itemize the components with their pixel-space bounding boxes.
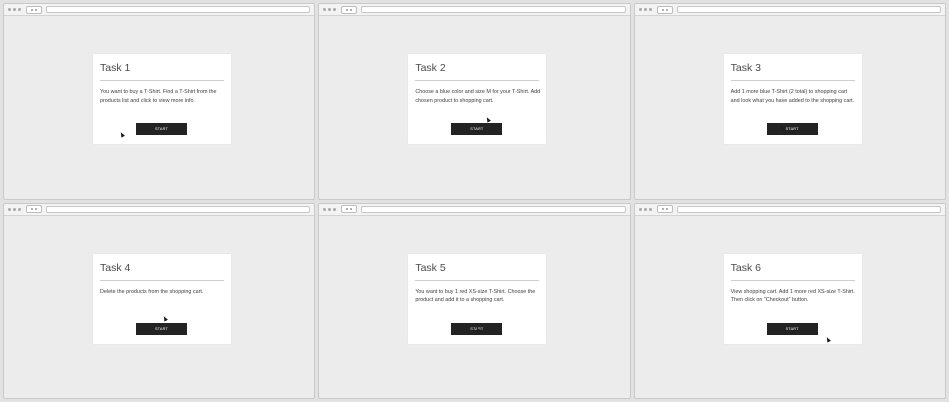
start-button[interactable]: START [136, 123, 187, 135]
title-divider [415, 80, 540, 81]
browser-toolbar [319, 203, 630, 216]
task-card: Task 4 Delete the products from the shop… [93, 253, 231, 344]
window-controls-icon[interactable] [323, 207, 337, 211]
task-title: Task 1 [100, 62, 131, 74]
window-controls-icon[interactable] [638, 207, 652, 211]
start-button[interactable]: START [766, 322, 818, 335]
browser-window: Task 3 Add 1 more blue T-Shirt (2 total)… [633, 3, 946, 200]
nav-buttons-icon[interactable] [26, 205, 42, 213]
nav-buttons-icon[interactable] [26, 5, 42, 14]
window-controls-icon[interactable] [8, 8, 21, 11]
title-divider [100, 80, 224, 81]
browser-window: Task 6 View shopping cart. Add 1 more re… [633, 202, 946, 399]
address-bar[interactable] [361, 205, 626, 213]
browser-toolbar [4, 203, 315, 216]
task-description: You want to buy a T-Shirt. Find a T-Shir… [100, 89, 217, 104]
browser-window: Task 1 You want to buy a T-Shirt. Find a… [3, 3, 316, 200]
title-divider [730, 80, 855, 81]
browser-window: Task 5 You want to buy 1 red XS-size T-S… [318, 202, 631, 399]
window-controls-icon[interactable] [323, 8, 337, 11]
task-card: Task 6 View shopping cart. Add 1 more re… [723, 253, 862, 344]
browser-window: Task 4 Delete the products from the shop… [3, 202, 316, 399]
window-controls-icon[interactable] [638, 8, 652, 11]
browser-toolbar [634, 203, 945, 216]
task-grid: Task 1 You want to buy a T-Shirt. Find a… [3, 3, 946, 399]
address-bar[interactable] [676, 6, 941, 13]
address-bar[interactable] [361, 6, 626, 13]
task-title: Task 6 [730, 261, 762, 274]
browser-toolbar [634, 4, 945, 16]
task-description: View shopping cart. Add 1 more red XS-si… [730, 288, 855, 304]
nav-buttons-icon[interactable] [656, 5, 673, 14]
title-divider [100, 279, 224, 281]
task-description: You want to buy 1 red XS-size T-Shirt. C… [415, 288, 536, 304]
task-description: Delete the products from the shopping ca… [100, 288, 204, 295]
task-card: Task 2 Choose a blue color and size M fo… [408, 54, 547, 144]
task-title: Task 5 [415, 261, 446, 274]
window-controls-icon[interactable] [8, 207, 21, 211]
browser-window: Task 2 Choose a blue color and size M fo… [318, 3, 631, 200]
task-title: Task 2 [415, 62, 446, 74]
title-divider [730, 279, 855, 281]
nav-buttons-icon[interactable] [341, 205, 358, 213]
task-title: Task 3 [730, 62, 762, 74]
address-bar[interactable] [46, 205, 311, 213]
start-button[interactable]: START [766, 123, 818, 135]
task-description: Choose a blue color and size M for your … [415, 89, 541, 104]
nav-buttons-icon[interactable] [656, 205, 673, 213]
start-button[interactable]: START [451, 123, 503, 135]
title-divider [415, 279, 540, 281]
nav-buttons-icon[interactable] [341, 5, 358, 14]
address-bar[interactable] [676, 205, 941, 213]
start-button[interactable]: START [136, 322, 187, 335]
task-card: Task 3 Add 1 more blue T-Shirt (2 total)… [723, 54, 862, 144]
task-description: Add 1 more blue T-Shirt (2 total) to sho… [730, 89, 855, 104]
task-title: Task 4 [100, 261, 131, 274]
browser-toolbar [4, 4, 315, 16]
address-bar[interactable] [46, 6, 311, 13]
task-card: Task 1 You want to buy a T-Shirt. Find a… [93, 54, 231, 144]
browser-toolbar [319, 4, 630, 16]
